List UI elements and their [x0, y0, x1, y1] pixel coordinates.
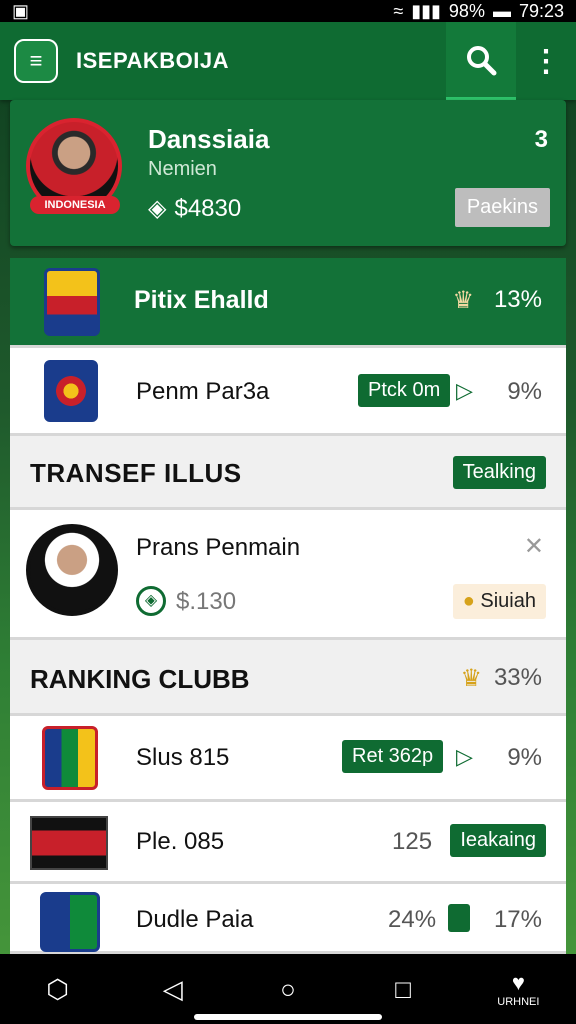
club-name: Slus 815: [136, 744, 230, 771]
home-indicator: [194, 1014, 382, 1020]
more-menu-button[interactable]: ⋮: [516, 22, 576, 100]
profile-name: Danssiaia: [148, 124, 270, 154]
home-icon[interactable]: ○: [258, 974, 318, 1005]
app-title: ISEPAKBOIJA: [76, 48, 230, 73]
club-percent: 13%: [493, 286, 542, 313]
profile-money: ◈ $4830: [148, 194, 241, 223]
money-icon: ◈: [136, 586, 166, 616]
avatar-band: INDONESIA: [30, 196, 120, 214]
app-shortcut-icon[interactable]: ⬡: [28, 974, 88, 1005]
play-arrow-icon[interactable]: ▷: [456, 378, 473, 404]
club-row[interactable]: Ple. 085 125 Ieakaing: [10, 802, 566, 884]
close-icon[interactable]: ✕: [524, 532, 544, 561]
signal-icon: ▮▮▮: [411, 0, 441, 21]
section-header-transfers: TRANSEF ILLUS Tealking: [10, 436, 566, 510]
club-percent: 24%: [388, 906, 437, 933]
player-fee: $.130: [176, 588, 237, 615]
club-row[interactable]: Dudle Paia 24% 17%: [10, 884, 566, 954]
profile-action-button[interactable]: Paekins: [454, 188, 550, 227]
club-name: Pitix Ehalld: [134, 286, 269, 314]
trophy-icon: ♛: [452, 287, 474, 314]
money-icon: ◈: [148, 195, 167, 222]
section-title: TRANSEF ILLUS: [30, 458, 242, 488]
trophy-icon: ♛: [460, 665, 482, 692]
club-name: Penm Par3a: [136, 378, 270, 405]
club-number: 125: [392, 828, 433, 855]
player-tag-label: Siuiah: [480, 590, 536, 612]
heart-nav-button[interactable]: ♥ URHNEI: [488, 970, 548, 1008]
recents-icon[interactable]: □: [373, 974, 433, 1005]
player-tag[interactable]: ● Siuiah: [452, 584, 546, 619]
content-list: Pitix Ehalld ♛ 13% Penm Par3a Ptck 0m ▷ …: [10, 258, 566, 954]
club-crest-icon: [40, 892, 100, 952]
club-percent-secondary: 17%: [493, 906, 542, 933]
back-icon[interactable]: ◁: [143, 974, 203, 1005]
wifi-icon: ≈: [393, 0, 404, 21]
club-percent: 9%: [507, 378, 542, 405]
profile-card[interactable]: INDONESIA Danssiaia Nemien ◈ $4830 3 Pae…: [10, 100, 566, 246]
search-icon: [467, 45, 497, 75]
club-row[interactable]: Penm Par3a Ptck 0m ▷ 9%: [10, 348, 566, 436]
club-name: Ple. 085: [136, 828, 225, 855]
play-arrow-icon[interactable]: ▷: [456, 744, 473, 770]
club-status-pill[interactable]: Ieakaing: [450, 824, 546, 857]
club-crest-icon: [44, 360, 98, 422]
search-button[interactable]: [446, 22, 516, 100]
nav-label: URHNEI: [497, 996, 540, 1008]
club-crest-icon: [30, 816, 108, 870]
battery-icon: ▬: [492, 0, 511, 21]
club-status-pill[interactable]: Ptck 0m: [358, 374, 451, 407]
club-status-pill[interactable]: Ret 362p: [342, 740, 444, 773]
section-action-pill[interactable]: Tealking: [452, 456, 546, 489]
section-title: RANKING CLUBB: [30, 664, 250, 694]
photo-icon: ▣: [12, 0, 30, 21]
club-crest-icon: [42, 726, 98, 790]
club-percent: 9%: [507, 744, 542, 771]
club-name: Dudle Paia: [136, 906, 254, 933]
clipboard-icon[interactable]: [448, 904, 470, 932]
heart-icon: ♥: [511, 970, 525, 995]
profile-role: Nemien: [148, 158, 217, 180]
club-row[interactable]: Slus 815 Ret 362p ▷ 9%: [10, 716, 566, 802]
coin-icon: ●: [462, 590, 475, 612]
clock: 79:23: [518, 0, 564, 21]
system-nav-bar: ⬡ ◁ ○ □ ♥ URHNEI: [0, 954, 576, 1024]
profile-count: 3: [534, 126, 548, 153]
player-row[interactable]: Prans Penmain ◈ $.130 ✕ ● Siuiah: [10, 510, 566, 640]
player-photo: [26, 524, 118, 616]
profile-money-value: $4830: [174, 194, 242, 222]
battery-text: 98%: [448, 0, 485, 21]
club-crest-icon: [44, 268, 100, 336]
section-header-ranking: RANKING CLUBB ♛ 33%: [10, 640, 566, 716]
club-row-featured[interactable]: Pitix Ehalld ♛ 13%: [10, 258, 566, 348]
status-bar: ▣ ≈ ▮▮▮ 98% ▬ 79:23: [0, 0, 576, 22]
player-name: Prans Penmain: [136, 534, 301, 561]
section-percent: 33%: [493, 664, 542, 691]
app-bar: ≡ ISEPAKBOIJA ⋮: [0, 22, 576, 100]
more-vert-icon: ⋮: [531, 44, 561, 78]
app-logo-icon: ≡: [14, 39, 58, 83]
